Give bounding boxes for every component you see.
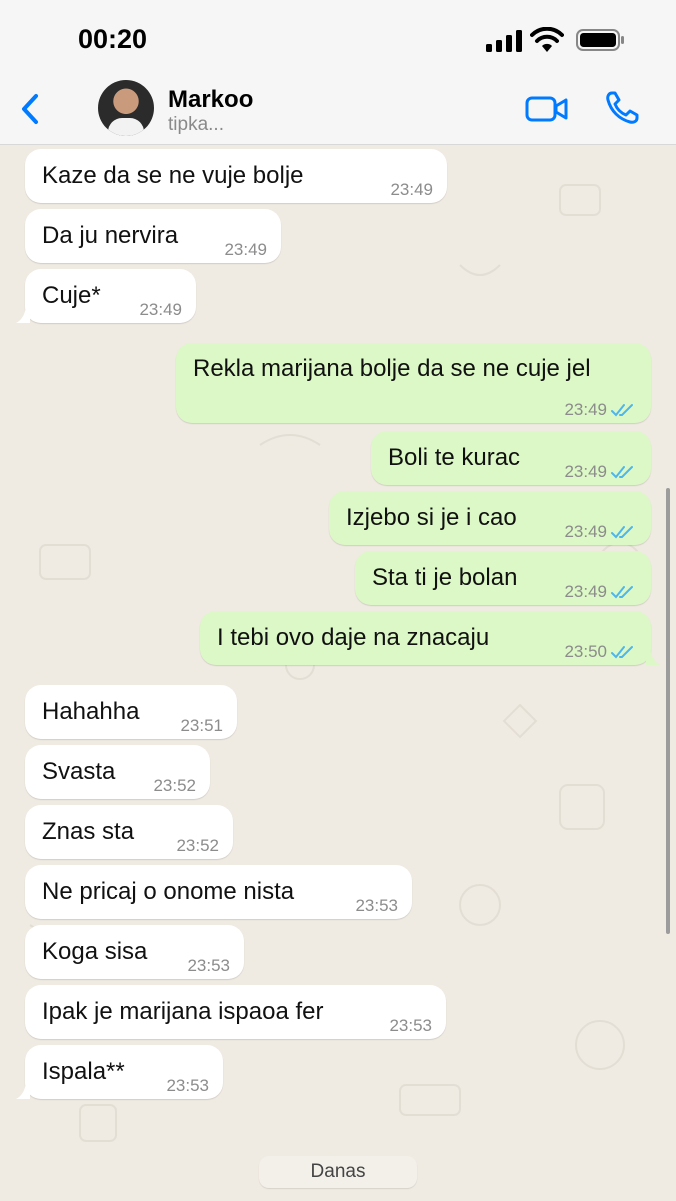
message-bubble-outgoing[interactable]: Izjebo si je i cao 23:49 bbox=[329, 491, 651, 545]
battery-icon bbox=[576, 29, 624, 51]
message-time: 23:53 bbox=[389, 1016, 432, 1035]
phone-icon[interactable] bbox=[604, 90, 640, 126]
message-bubble-incoming[interactable]: Cuje* 23:49 bbox=[16, 269, 196, 323]
message-time: 23:49 bbox=[390, 180, 433, 199]
message-time: 23:49 bbox=[224, 240, 267, 259]
message-time: 23:49 bbox=[139, 300, 182, 319]
message-text: Hahahha bbox=[42, 698, 140, 725]
message-bubble-incoming[interactable]: Ispala** 23:53 bbox=[16, 1045, 223, 1099]
bubble-tail bbox=[16, 307, 30, 323]
double-check-icon bbox=[611, 526, 633, 539]
message-bubble-incoming[interactable]: Ipak je marijana ispaoa fer 23:53 bbox=[25, 985, 446, 1039]
message-time: 23:52 bbox=[176, 836, 219, 855]
message-time: 23:49 bbox=[564, 582, 607, 601]
message-text: Kaze da se ne vuje bolje bbox=[42, 162, 304, 189]
message-time: 23:50 bbox=[564, 642, 607, 661]
double-check-icon bbox=[611, 404, 633, 417]
message-bubble-incoming[interactable]: Svasta 23:52 bbox=[25, 745, 210, 799]
cellular-signal-icon bbox=[486, 30, 522, 52]
message-bubble-outgoing[interactable]: Rekla marijana bolje da se ne cuje jel 2… bbox=[176, 343, 651, 423]
message-bubble-outgoing[interactable]: Boli te kurac 23:49 bbox=[371, 431, 651, 485]
message-time: 23:53 bbox=[187, 956, 230, 975]
contact-name[interactable]: Markoo bbox=[168, 86, 253, 114]
message-text: Sta ti je bolan bbox=[372, 564, 518, 591]
status-time: 00:20 bbox=[78, 24, 148, 54]
wifi-icon bbox=[530, 27, 564, 52]
message-time: 23:49 bbox=[564, 462, 607, 481]
message-bubble-incoming[interactable]: Ne pricaj o onome nista 23:53 bbox=[25, 865, 412, 919]
message-text: Ipak je marijana ispaoa fer bbox=[42, 998, 324, 1025]
double-check-icon bbox=[611, 646, 633, 659]
bubble-tail bbox=[646, 649, 660, 665]
bubble-tail bbox=[16, 1083, 30, 1099]
message-text: Cuje* bbox=[42, 282, 101, 309]
chat-area[interactable]: Kaze da se ne vuje bolje 23:49 Da ju ner… bbox=[0, 145, 676, 1201]
message-text: Da ju nervira bbox=[42, 222, 179, 249]
message-time: 23:51 bbox=[180, 716, 223, 735]
double-check-icon bbox=[611, 586, 633, 599]
avatar[interactable] bbox=[98, 80, 154, 136]
message-bubble-incoming[interactable]: Znas sta 23:52 bbox=[25, 805, 233, 859]
message-text: Ne pricaj o onome nista bbox=[42, 878, 295, 905]
chat-header: Markoo tipka... bbox=[0, 72, 676, 145]
chevron-left-icon[interactable] bbox=[14, 90, 48, 128]
date-separator: Danas bbox=[259, 1156, 417, 1188]
message-text: I tebi ovo daje na znacaju bbox=[217, 624, 490, 651]
message-text: Boli te kurac bbox=[388, 444, 521, 471]
message-time: 23:49 bbox=[564, 400, 607, 419]
message-text: Izjebo si je i cao bbox=[346, 504, 517, 531]
message-bubble-incoming[interactable]: Kaze da se ne vuje bolje 23:49 bbox=[25, 149, 447, 203]
message-time: 23:49 bbox=[564, 522, 607, 541]
double-check-icon bbox=[611, 466, 633, 479]
message-time: 23:52 bbox=[153, 776, 196, 795]
message-bubble-incoming[interactable]: Koga sisa 23:53 bbox=[25, 925, 244, 979]
message-text: Znas sta bbox=[42, 818, 135, 845]
contact-status: tipka... bbox=[168, 114, 224, 135]
message-bubble-outgoing[interactable]: I tebi ovo daje na znacaju 23:50 bbox=[200, 611, 660, 665]
message-time: 23:53 bbox=[355, 896, 398, 915]
video-camera-icon[interactable] bbox=[525, 94, 569, 124]
message-bubble-incoming[interactable]: Hahahha 23:51 bbox=[25, 685, 237, 739]
message-text: Rekla marijana bolje da se ne cuje jel bbox=[193, 355, 591, 382]
message-text: Koga sisa bbox=[42, 938, 148, 965]
message-text: Svasta bbox=[42, 758, 116, 785]
message-text: Ispala** bbox=[42, 1058, 125, 1085]
message-bubble-outgoing[interactable]: Sta ti je bolan 23:49 bbox=[355, 551, 651, 605]
scrollbar[interactable] bbox=[666, 488, 670, 934]
message-time: 23:53 bbox=[166, 1076, 209, 1095]
status-bar: 00:20 bbox=[0, 0, 676, 72]
message-bubble-incoming[interactable]: Da ju nervira 23:49 bbox=[25, 209, 281, 263]
